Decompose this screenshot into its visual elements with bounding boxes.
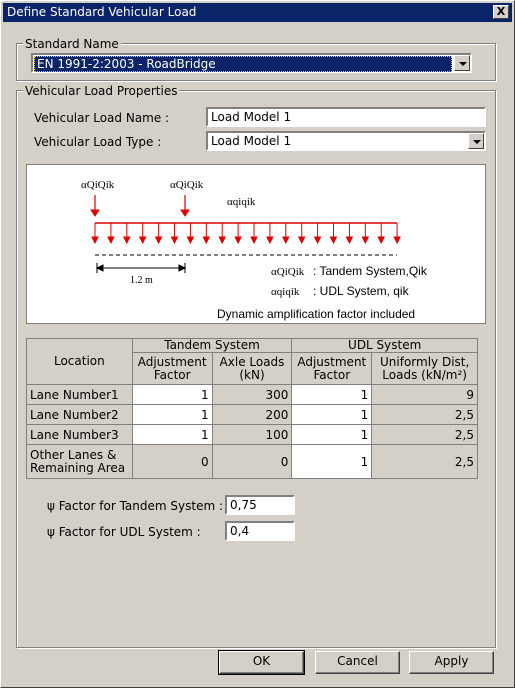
title-bar[interactable]: Define Standard Vehicular Load X [3, 3, 512, 22]
udl-arrow-head [218, 236, 227, 245]
psi-tandem-input[interactable]: 0,75 [225, 495, 295, 515]
table-row: Lane Number3 1 100 1 2,5 [26, 424, 478, 445]
udl-arrow-head [377, 236, 386, 245]
chevron-down-icon[interactable] [468, 133, 484, 149]
dimension-marker [95, 263, 187, 273]
udl-arrow-head [170, 236, 179, 245]
table-row: Other Lanes & Remaining Area 0 0 1 2,5 [26, 444, 478, 479]
col-udl-adjustment: Adjustment Factor [291, 352, 373, 385]
row-location: Lane Number3 [26, 424, 133, 445]
udl-arrow-head [186, 236, 195, 245]
udl-arrow-head [329, 236, 338, 245]
udl-arrow-head [281, 236, 290, 245]
dimension-label: 1.2 m [130, 275, 153, 286]
cancel-button[interactable]: Cancel [315, 651, 400, 674]
udl-arrow-head [250, 236, 258, 245]
axle-load-cell: 200 [211, 404, 293, 425]
axle-load-cell: 300 [211, 384, 293, 405]
vehicular-load-type-value: Load Model 1 [211, 134, 292, 148]
col-udl-loads: Uniformly Dist, Loads (kN/m²) [371, 352, 478, 385]
udl-arrow-head [138, 236, 147, 245]
udl-arrow-head [234, 236, 242, 245]
vehicular-load-type-dropdown[interactable]: Load Model 1 [206, 131, 486, 151]
udl-adjustment-cell[interactable]: 1 [291, 444, 373, 479]
udl-load-cell: 2,5 [371, 424, 478, 445]
udl-label: αqiqik [227, 196, 256, 208]
udl-adjustment-cell[interactable]: 1 [291, 384, 373, 405]
col-tandem-adjustment: Adjustment Factor [131, 352, 213, 385]
udl-arrow-head [313, 236, 322, 245]
group-tandem-system: Tandem System [131, 338, 293, 353]
psi-udl-value: 0,4 [230, 524, 250, 538]
udl-adjustment-cell[interactable]: 1 [291, 404, 373, 425]
psi-udl-label: ψ Factor for UDL System : [47, 525, 201, 539]
row-location: Other Lanes & Remaining Area [26, 444, 133, 479]
vehicular-load-name-input[interactable]: Load Model 1 [206, 107, 486, 127]
table-row: Lane Number2 1 200 1 2,5 [26, 404, 478, 425]
legend-tandem-symbol: αQiQik [271, 266, 305, 278]
udl-arrow-head [122, 236, 131, 245]
udl-arrow-head [361, 236, 370, 245]
legend-udl-text: : UDL System, qik [313, 284, 410, 298]
legend-udl-symbol: αqiqik [271, 286, 300, 298]
apply-button[interactable]: Apply [409, 651, 494, 674]
udl-adjustment-cell[interactable]: 1 [291, 424, 373, 445]
psi-tandem-value: 0,75 [230, 498, 257, 512]
udl-arrow-head [91, 236, 99, 245]
tandem-label-1: αQiQik [81, 179, 115, 191]
col-location: Location [26, 338, 133, 385]
udl-load-cell: 2,5 [371, 444, 478, 479]
udl-arrow-head [345, 236, 354, 245]
window-title: Define Standard Vehicular Load [7, 5, 197, 19]
group-udl-system: UDL System [291, 338, 478, 353]
dynamic-factor-note: Dynamic amplification factor included [217, 307, 415, 321]
vehicular-load-properties-label: Vehicular Load Properties [23, 84, 180, 98]
load-model-diagram: αQiQik αQiQik αqiqik 1.2 m αQiQik: Tand… [26, 164, 486, 324]
standard-name-dropdown[interactable]: EN 1991-2:2003 - RoadBridge [31, 53, 472, 73]
load-table: Location Tandem System UDL System Adjust… [26, 338, 478, 479]
udl-load-cell: 2,5 [371, 404, 478, 425]
vehicular-load-name-value: Load Model 1 [211, 110, 292, 124]
axle-load-cell: 0 [211, 444, 293, 479]
tandem-adjustment-cell[interactable]: 1 [131, 424, 213, 445]
psi-tandem-label: ψ Factor for Tandem System : [47, 499, 224, 513]
standard-name-label: Standard Name [23, 37, 121, 51]
tandem-label-2: αQiQik [170, 179, 204, 191]
udl-load-cell: 9 [371, 384, 478, 405]
tandem-arrows [90, 195, 190, 217]
tandem-adjustment-cell[interactable]: 1 [131, 384, 213, 405]
tandem-adjustment-cell[interactable]: 1 [131, 404, 213, 425]
udl-arrow-head [154, 236, 163, 245]
close-button[interactable]: X [493, 5, 509, 19]
dialog-window: Define Standard Vehicular Load X Standar… [0, 0, 515, 688]
psi-udl-input[interactable]: 0,4 [225, 521, 295, 541]
udl-arrows [91, 222, 401, 245]
table-row: Lane Number1 1 300 1 9 [26, 384, 478, 405]
row-location: Lane Number1 [26, 384, 133, 405]
row-location: Lane Number2 [26, 404, 133, 425]
axle-load-cell: 100 [211, 424, 293, 445]
udl-arrow-head [266, 236, 274, 245]
vehicular-load-name-label: Vehicular Load Name : [34, 111, 170, 125]
udl-arrow-head [393, 236, 401, 245]
legend-tandem-text: : Tandem System,Qik [313, 264, 428, 278]
tandem-adjustment-cell: 0 [131, 444, 213, 479]
udl-arrow-head [107, 236, 115, 245]
udl-arrow-head [297, 236, 306, 245]
udl-arrow-head [202, 236, 211, 245]
col-axle-loads: Axle Loads (kN) [211, 352, 293, 385]
chevron-down-icon[interactable] [454, 55, 470, 71]
standard-name-value: EN 1991-2:2003 - RoadBridge [34, 56, 452, 72]
vehicular-load-type-label: Vehicular Load Type : [34, 135, 162, 149]
ok-button[interactable]: OK [218, 650, 305, 675]
load-diagram-svg: αQiQik αQiQik αqiqik 1.2 m αQiQik: Tand… [81, 179, 428, 321]
